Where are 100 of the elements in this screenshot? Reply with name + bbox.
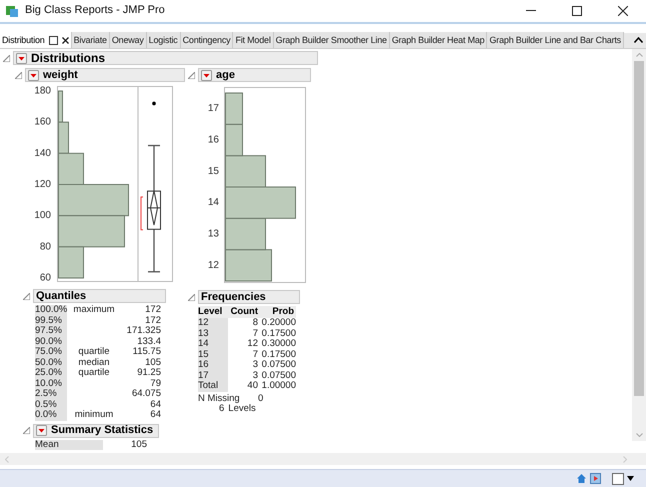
minimize-icon xyxy=(526,10,536,11)
section-header[interactable]: Frequencies xyxy=(198,290,300,304)
vertical-scrollbar[interactable] xyxy=(632,49,646,441)
axis-tick-label: 60 xyxy=(40,272,51,282)
count-cell-text: 7 xyxy=(252,328,259,339)
axis-tick-label: 17 xyxy=(208,103,219,114)
tab[interactable]: Oneway xyxy=(110,32,147,48)
close-icon xyxy=(618,6,628,16)
axis-tick-label: 16 xyxy=(208,134,219,146)
dropdown-menu-icon[interactable] xyxy=(16,52,27,64)
tab[interactable]: Contingency xyxy=(180,32,234,48)
dropdown-menu-icon[interactable] xyxy=(28,70,39,80)
percent-cell: 50.0% xyxy=(35,358,67,368)
scroll-down-icon[interactable] xyxy=(636,433,642,437)
stat-value: 105 xyxy=(130,440,147,450)
percent-cell: 0.0% xyxy=(35,410,67,420)
window-list-icon[interactable] xyxy=(590,473,601,484)
column-header: Level xyxy=(198,306,228,318)
value-cell-text: 172 xyxy=(144,305,161,316)
axis-tick-label: 15 xyxy=(208,166,219,177)
level-cell: Total xyxy=(198,381,228,392)
dropdown-menu-icon[interactable] xyxy=(36,425,47,436)
n-missing-label: N Missing xyxy=(198,394,241,404)
value-cell-text: 64.075 xyxy=(130,389,161,400)
tab[interactable]: Graph Builder Line and Bar Charts xyxy=(487,32,624,48)
histogram-bar xyxy=(225,249,272,282)
label-cell: quartile xyxy=(78,368,110,378)
axis-tick-label: 80 xyxy=(40,241,51,252)
count-cell-text: 3 xyxy=(252,360,259,370)
scroll-tabs-icon[interactable] xyxy=(634,37,643,43)
section-title: Distributions xyxy=(31,52,105,64)
value-cell-text: 171.325 xyxy=(126,326,161,336)
level-cell: 13 xyxy=(198,328,228,339)
value-cell-text: 133.4 xyxy=(136,336,161,347)
section-title: weight xyxy=(43,70,78,80)
value-cell-text: 79 xyxy=(149,378,161,389)
section-title: age xyxy=(216,70,235,80)
outlier-point xyxy=(152,102,156,106)
label-cell: median xyxy=(78,358,110,368)
axis-tick-label: 160 xyxy=(34,116,51,128)
value-cell-text: 64 xyxy=(149,410,161,420)
checkbox-icon xyxy=(48,36,58,44)
section-header[interactable]: Distributions xyxy=(13,51,318,65)
home-icon[interactable] xyxy=(576,473,587,484)
label-cell: quartile xyxy=(78,347,110,358)
count-cell-text: 40 xyxy=(246,381,259,392)
shortest-half-bracket xyxy=(140,196,144,230)
axis-tick-label: 14 xyxy=(208,197,219,208)
tab[interactable]: Fit Model xyxy=(233,32,274,48)
disclosure-icon[interactable] xyxy=(23,427,30,434)
disclosure-icon[interactable] xyxy=(188,294,195,300)
level-cell: 17 xyxy=(198,370,228,381)
percent-cell: 90.0% xyxy=(35,336,67,347)
label-cell: minimum xyxy=(74,410,114,420)
value-cell-text: 172 xyxy=(144,316,161,326)
disclosure-icon[interactable] xyxy=(188,72,195,78)
window-title: Big Class Reports - JMP Pro xyxy=(25,3,165,18)
section-header[interactable]: weight xyxy=(25,68,185,82)
percent-cell: 97.5% xyxy=(35,326,67,336)
section-title: Frequencies xyxy=(201,292,266,302)
percent-cell: 99.5% xyxy=(35,316,67,326)
prob-cell-text: 0.17500 xyxy=(260,350,296,360)
tab[interactable]: Graph Builder Smoother Line xyxy=(274,32,390,48)
tab[interactable]: Bivariate xyxy=(72,32,110,48)
scrollbar-thumb[interactable] xyxy=(634,61,644,396)
scroll-up-icon[interactable] xyxy=(636,53,642,57)
section-title: Summary Statistics xyxy=(51,425,154,436)
section-header[interactable]: Quantiles xyxy=(33,289,166,303)
tab[interactable]: Logistic xyxy=(146,32,181,48)
section-header[interactable]: age xyxy=(198,68,311,82)
tab[interactable]: Distribution xyxy=(0,32,72,48)
section-header[interactable]: Summary Statistics xyxy=(33,424,159,438)
percent-cell: 25.0% xyxy=(35,368,67,378)
axis-tick-label: 120 xyxy=(34,179,51,190)
caret-icon[interactable] xyxy=(627,476,634,481)
percent-cell: 75.0% xyxy=(35,347,67,358)
count-cell-text: 12 xyxy=(246,339,259,350)
label-cell: maximum xyxy=(73,305,115,316)
level-cell: 15 xyxy=(198,350,228,360)
checkbox-icon[interactable] xyxy=(612,472,624,484)
prob-cell-text: 0.30000 xyxy=(260,339,296,350)
axis-tick-label: 13 xyxy=(208,228,219,240)
levels-label: Levels xyxy=(228,404,256,414)
value-cell-text: 64 xyxy=(149,400,161,410)
dropdown-menu-icon[interactable] xyxy=(201,70,212,80)
section-title: Quantiles xyxy=(36,290,86,302)
histogram-bar xyxy=(225,92,243,125)
tab[interactable]: Graph Builder Heat Map xyxy=(390,32,488,48)
percent-cell: 100.0% xyxy=(35,305,67,316)
column-header: Prob xyxy=(260,306,296,318)
axis-tick-label: 100 xyxy=(34,210,51,222)
value-cell-text: 115.75 xyxy=(132,347,161,358)
percent-cell: 10.0% xyxy=(35,378,67,389)
level-cell: 16 xyxy=(198,360,228,370)
count-cell-text: 8 xyxy=(252,318,259,328)
close-icon xyxy=(62,36,69,44)
disclosure-icon[interactable] xyxy=(3,54,10,62)
disclosure-icon[interactable] xyxy=(15,72,22,78)
disclosure-icon[interactable] xyxy=(23,292,30,300)
level-cell: 14 xyxy=(198,339,228,350)
